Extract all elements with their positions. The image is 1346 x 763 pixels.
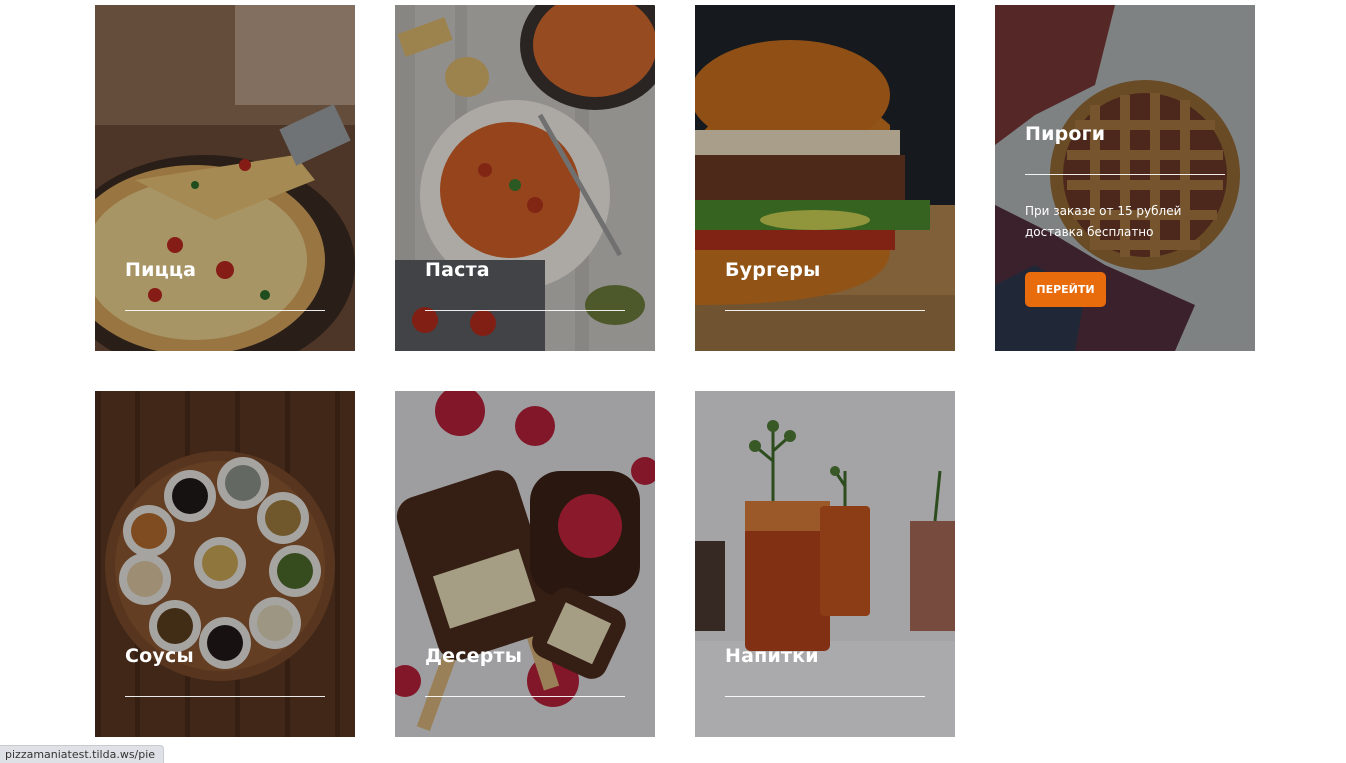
category-description: При заказе от 15 рублей доставка бесплат… xyxy=(1025,204,1182,239)
category-title: Бургеры xyxy=(725,259,821,281)
category-card-drinks[interactable]: Напитки xyxy=(695,391,955,737)
image-overlay xyxy=(395,391,655,737)
category-card-burgers[interactable]: Бургеры xyxy=(695,5,955,351)
category-card-pasta[interactable]: Паста xyxy=(395,5,655,351)
title-divider xyxy=(725,310,925,311)
image-overlay xyxy=(95,5,355,351)
category-card-pies[interactable]: Пироги При заказе от 15 рублей доставка … xyxy=(995,5,1255,351)
image-overlay xyxy=(695,391,955,737)
category-title: Паста xyxy=(425,259,490,281)
category-card-sauces[interactable]: Соусы xyxy=(95,391,355,737)
status-bar-url: pizzamaniatest.tilda.ws/pie xyxy=(0,745,165,763)
image-overlay xyxy=(695,5,955,351)
category-title: Десерты xyxy=(425,645,523,667)
title-divider xyxy=(725,696,925,697)
title-divider xyxy=(425,310,625,311)
title-divider xyxy=(1025,174,1225,175)
title-divider xyxy=(125,696,325,697)
title-divider xyxy=(425,696,625,697)
category-title: Пироги xyxy=(1025,123,1106,145)
category-title: Напитки xyxy=(725,645,819,667)
category-card-pizza[interactable]: Пицца xyxy=(95,5,355,351)
category-card-desserts[interactable]: Десерты xyxy=(395,391,655,737)
image-overlay xyxy=(95,391,355,737)
category-title: Соусы xyxy=(125,645,194,667)
go-button[interactable]: ПЕРЕЙТИ xyxy=(1025,272,1106,307)
image-overlay xyxy=(395,5,655,351)
title-divider xyxy=(125,310,325,311)
category-title: Пицца xyxy=(125,259,197,281)
